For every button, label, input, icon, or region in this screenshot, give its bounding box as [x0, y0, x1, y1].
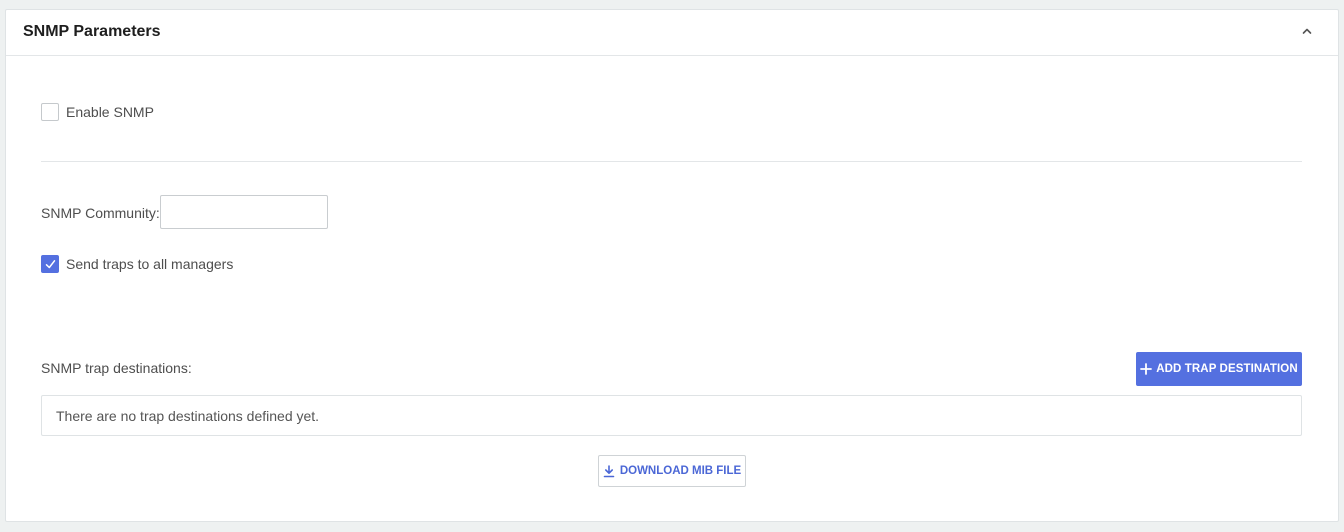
download-mib-file-label: DOWNLOAD MIB FILE	[619, 465, 742, 477]
send-traps-checkbox[interactable]	[41, 255, 59, 273]
add-trap-destination-label: ADD TRAP DESTINATION	[1156, 363, 1298, 375]
trap-destinations-label: SNMP trap destinations:	[41, 360, 192, 376]
check-icon	[45, 260, 56, 269]
download-icon	[603, 464, 615, 477]
panel-title: SNMP Parameters	[23, 23, 161, 40]
download-mib-file-button[interactable]: DOWNLOAD MIB FILE	[598, 455, 746, 487]
snmp-community-label: SNMP Community:	[41, 205, 160, 221]
divider	[41, 161, 1302, 162]
enable-snmp-label[interactable]: Enable SNMP	[66, 104, 154, 120]
empty-message: There are no trap destinations defined y…	[56, 408, 320, 424]
snmp-parameters-panel: SNMP Parameters Enable SNMP SNMP Communi…	[5, 9, 1339, 522]
enable-snmp-checkbox[interactable]	[41, 103, 59, 121]
send-traps-label[interactable]: Send traps to all managers	[66, 256, 233, 272]
panel-header[interactable]: SNMP Parameters	[6, 10, 1338, 56]
snmp-community-input[interactable]	[160, 195, 328, 229]
add-trap-destination-button[interactable]: ADD TRAP DESTINATION	[1136, 352, 1302, 386]
plus-icon	[1140, 363, 1153, 375]
trap-destinations-list: There are no trap destinations defined y…	[41, 395, 1302, 436]
chevron-up-icon[interactable]	[1300, 24, 1314, 38]
